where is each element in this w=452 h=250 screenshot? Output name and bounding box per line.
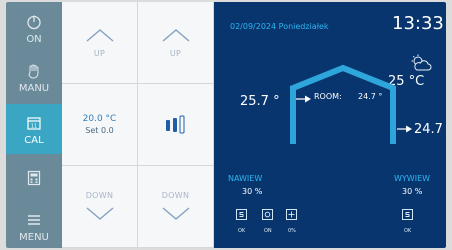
calendar-icon: 11 <box>23 112 45 134</box>
status-ok-icon[interactable] <box>236 209 247 220</box>
chevron-up-icon <box>162 29 189 42</box>
inside-temperature: 25.7 ° <box>240 94 280 109</box>
hamburger-icon <box>23 209 45 231</box>
nav-manu-label: MANU <box>18 83 50 94</box>
status-on-label: ON <box>264 228 272 234</box>
nav-cal-button[interactable]: 11 CAL <box>6 104 62 154</box>
nav-manu-button[interactable]: MANU <box>6 54 62 100</box>
hand-icon <box>23 60 45 82</box>
hmi-screen: ON MANU 11 CAL MENU UP UP 20.0 °C Set 0.… <box>6 2 446 248</box>
calculator-icon <box>23 167 45 189</box>
arrow-right-icon <box>296 95 311 103</box>
status-ok-icon-right[interactable] <box>402 209 413 220</box>
nav-menu-label: MENU <box>19 232 49 243</box>
status-pct-label: 0% <box>288 228 296 234</box>
room-label: ROOM: <box>314 92 342 101</box>
up-label: UP <box>93 49 106 58</box>
fan-level-button[interactable] <box>138 84 214 166</box>
nav-menu-button[interactable]: MENU <box>6 206 62 246</box>
nav-cal-label: CAL <box>24 135 44 146</box>
down-label: DOWN <box>85 191 114 200</box>
setpoint-display[interactable]: 20.0 °C Set 0.0 <box>62 84 138 166</box>
power-icon <box>23 11 45 33</box>
status-ok-label-right: OK <box>404 228 412 234</box>
status-ok-label: OK <box>238 228 246 234</box>
up-button-1[interactable]: UP <box>62 2 138 84</box>
nav-on-button[interactable]: ON <box>6 6 62 50</box>
side-nav: ON MANU 11 CAL MENU <box>6 2 62 248</box>
nawiew-value: 30 % <box>242 187 263 196</box>
down-button-1[interactable]: DOWN <box>62 166 138 248</box>
chevron-down-icon <box>162 207 189 220</box>
nawiew-label: NAWIEW <box>228 174 263 183</box>
chevron-down-icon <box>86 207 113 220</box>
nav-on-label: ON <box>26 34 42 45</box>
up-button-2[interactable]: UP <box>138 2 214 84</box>
down-label: DOWN <box>161 191 190 200</box>
room-temperature: 24.7 ° <box>358 92 383 101</box>
arrow-right-icon <box>397 125 412 133</box>
status-grid-icon[interactable] <box>286 209 297 220</box>
chevron-up-icon <box>86 29 113 42</box>
setpoint-value: 20.0 °C <box>82 113 117 124</box>
nav-calculator-button[interactable] <box>6 158 62 198</box>
control-grid: UP UP 20.0 °C Set 0.0 DOWN DOWN <box>62 2 214 248</box>
wywiew-value: 30 % <box>402 187 423 196</box>
wywiew-label: WYWIEW <box>394 174 431 183</box>
down-button-2[interactable]: DOWN <box>138 166 214 248</box>
status-panel: 02/09/2024 Poniedziałek 13:33 25 °C 25.7… <box>214 2 446 248</box>
setpoint-sub: Set 0.0 <box>85 125 114 135</box>
svg-text:11: 11 <box>31 124 37 130</box>
status-on-icon[interactable] <box>262 209 273 220</box>
up-label: UP <box>169 49 182 58</box>
supply-temperature: 24.7 <box>414 122 443 137</box>
fan-level-icon <box>165 115 184 133</box>
